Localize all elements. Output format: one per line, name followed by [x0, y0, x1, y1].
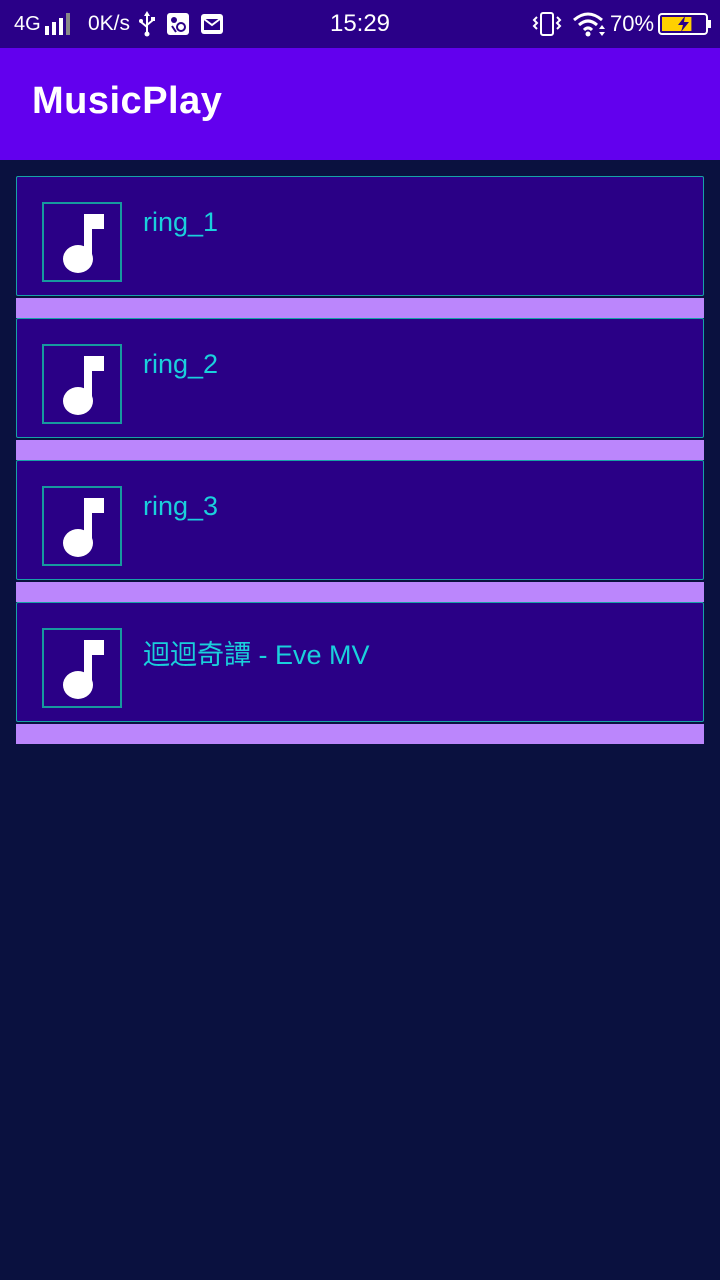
music-note-icon — [63, 640, 104, 699]
vibrate-icon — [532, 0, 562, 48]
song-list: ring_1 ring_2 ring_3 迴迴奇譚 - Eve MV — [16, 176, 704, 744]
song-item-2[interactable]: ring_2 — [16, 318, 704, 460]
app-title: MusicPlay — [32, 80, 223, 122]
list-divider — [16, 582, 704, 602]
song-title: 迴迴奇譚 - Eve MV — [143, 640, 370, 670]
song-item-4[interactable]: 迴迴奇譚 - Eve MV — [16, 602, 704, 744]
list-divider — [16, 724, 704, 744]
music-note-icon — [63, 498, 104, 557]
song-icon-box — [42, 202, 122, 282]
song-card[interactable]: 迴迴奇譚 - Eve MV — [16, 602, 704, 722]
song-title: ring_2 — [143, 349, 219, 379]
status-bar: 4G 0K/s 15:29 70% — [0, 0, 720, 48]
list-divider — [16, 440, 704, 460]
battery-charging-icon — [658, 0, 712, 48]
wifi-icon — [572, 0, 606, 48]
app-bar: MusicPlay — [0, 48, 720, 160]
song-card[interactable]: ring_2 — [16, 318, 704, 438]
music-note-icon — [63, 356, 104, 415]
battery-percent: 70% — [610, 11, 655, 36]
song-icon-box — [42, 628, 122, 708]
song-card[interactable]: ring_1 — [16, 176, 704, 296]
song-item-3[interactable]: ring_3 — [16, 460, 704, 602]
song-title: ring_3 — [143, 491, 219, 521]
music-note-icon — [63, 214, 104, 273]
song-icon-box — [42, 344, 122, 424]
list-divider — [16, 298, 704, 318]
song-item-1[interactable]: ring_1 — [16, 176, 704, 318]
song-title: ring_1 — [143, 207, 219, 237]
song-card[interactable]: ring_3 — [16, 460, 704, 580]
song-icon-box — [42, 486, 122, 566]
